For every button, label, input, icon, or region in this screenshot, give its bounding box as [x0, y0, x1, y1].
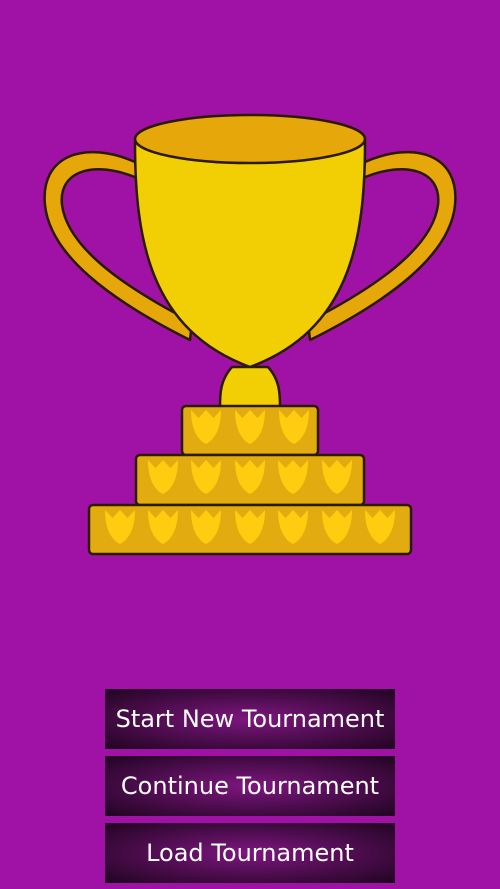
load-tournament-button[interactable]: Load Tournament — [105, 823, 395, 883]
continue-tournament-button[interactable]: Continue Tournament — [105, 756, 395, 816]
trophy-cup — [133, 140, 367, 369]
trophy-rim — [133, 113, 367, 165]
trophy-stem — [218, 365, 282, 409]
trophy-icon — [0, 0, 500, 600]
start-new-tournament-button[interactable]: Start New Tournament — [105, 689, 395, 749]
main-menu: Start New Tournament Continue Tournament… — [105, 689, 395, 889]
